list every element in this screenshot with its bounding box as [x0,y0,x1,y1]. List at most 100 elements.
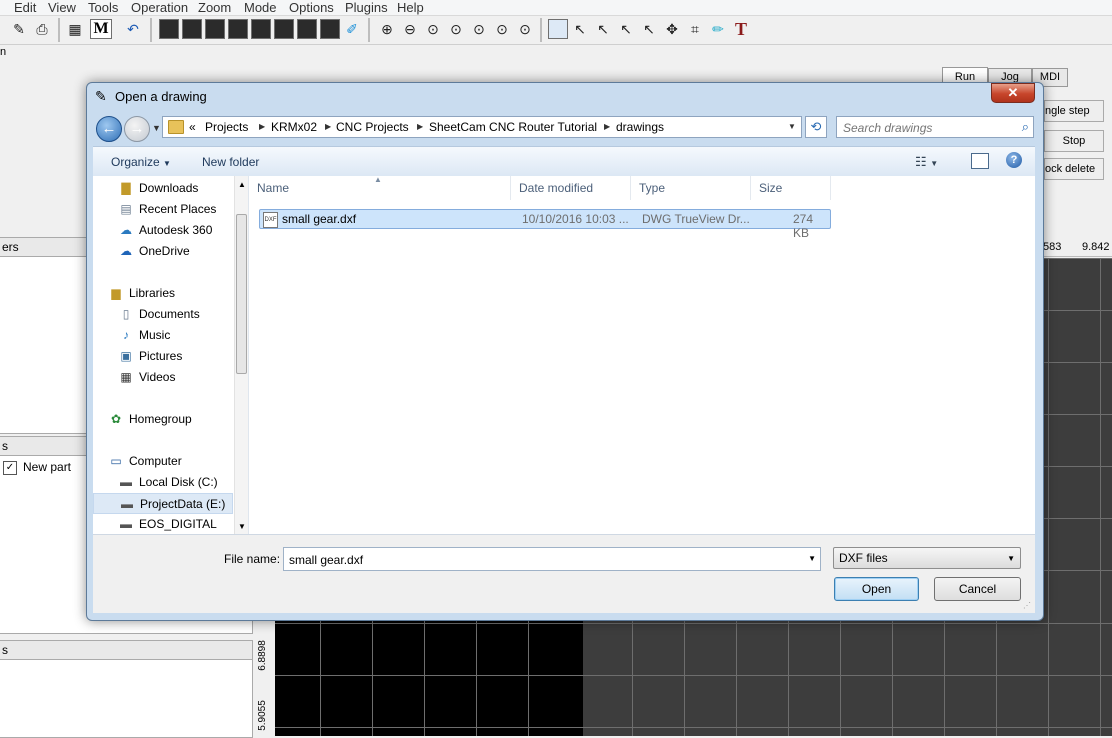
chevron-down-icon[interactable]: ▼ [808,554,816,563]
print-icon[interactable]: ⎙ [33,20,51,38]
text-tool-icon[interactable]: T [732,20,750,38]
file-type-select[interactable]: DXF files ▼ [833,547,1021,569]
menu-plugins[interactable]: Plugins [345,0,388,15]
nav-item-projectdata[interactable]: ▬ ProjectData (E:) [93,493,233,514]
pencil-icon[interactable]: ✏ [709,20,727,38]
zoom-7-icon[interactable]: ⊙ [516,20,534,38]
menu-operation[interactable]: Operation [131,0,188,15]
tool-3-icon[interactable] [205,19,225,39]
move-icon[interactable]: ✥ [663,20,681,38]
menu-help[interactable]: Help [397,0,424,15]
column-header-date[interactable]: Date modified [511,176,631,200]
nav-item-documents[interactable]: ▯ Documents [93,304,233,325]
breadcrumb-arrow[interactable]: ▶ [604,122,610,131]
menu-zoom[interactable]: Zoom [198,0,231,15]
zoom-5-icon[interactable]: ⊙ [470,20,488,38]
select-tool-3-icon[interactable]: ↖ [594,20,612,38]
breadcrumb-prefix[interactable]: « [189,120,196,134]
column-header-size[interactable]: Size [751,176,831,200]
resize-grip-icon[interactable]: ⋰ [1023,601,1031,610]
column-header-type[interactable]: Type [631,176,751,200]
address-bar[interactable]: « Projects ▶ KRMx02 ▶ CNC Projects ▶ She… [162,116,802,138]
tool-6-icon[interactable] [274,19,294,39]
menu-view[interactable]: View [48,0,76,15]
breadcrumb-projects[interactable]: Projects [205,120,248,134]
nav-item-music[interactable]: ♪ Music [93,325,233,346]
tool-7-icon[interactable] [297,19,317,39]
forward-button[interactable]: → [124,116,150,142]
nav-item-recent-places[interactable]: ▤ Recent Places [93,199,233,220]
address-dropdown-icon[interactable]: ▼ [788,122,796,131]
tool-8-icon[interactable] [320,19,340,39]
block-delete-button[interactable]: ock delete [1044,158,1104,180]
breadcrumb-arrow[interactable]: ▶ [259,122,265,131]
scroll-up-icon[interactable]: ▲ [238,180,246,189]
preview-pane-button[interactable] [971,153,989,169]
search-box[interactable]: ⌕ [836,116,1034,138]
breadcrumb-cnc-projects[interactable]: CNC Projects [336,120,409,134]
tool-4-icon[interactable] [228,19,248,39]
undo-icon[interactable]: ↶ [124,20,142,38]
back-button[interactable]: ← [96,116,122,142]
menu-tools[interactable]: Tools [88,0,118,15]
single-step-button[interactable]: ngle step [1044,100,1104,122]
refresh-button[interactable]: ⟲ [805,116,827,138]
crop-icon[interactable]: ⌗ [686,20,704,38]
organize-button[interactable]: Organize ▼ [111,155,171,169]
select-tool-5-icon[interactable]: ↖ [640,20,658,38]
nav-item-videos[interactable]: ▦ Videos [93,367,233,388]
new-folder-button[interactable]: New folder [202,155,259,169]
zoom-6-icon[interactable]: ⊙ [493,20,511,38]
file-name-combobox[interactable]: ▼ [283,547,821,571]
help-button[interactable]: ? [1006,152,1022,168]
column-header-name[interactable]: Name ▲ [249,175,511,200]
nav-item-homegroup[interactable]: ✿ Homegroup [93,409,233,430]
menu-mode[interactable]: Mode [244,0,277,15]
edit-icon[interactable]: ✎ [10,20,28,38]
tool-5-icon[interactable] [251,19,271,39]
zoom-4-icon[interactable]: ⊙ [447,20,465,38]
close-button[interactable]: ✕ [991,83,1035,103]
scroll-down-icon[interactable]: ▼ [238,522,246,531]
nav-scroll-thumb[interactable] [236,214,247,374]
zoom-2-icon[interactable]: ⊖ [401,20,419,38]
nav-item-computer[interactable]: ▭ Computer [93,451,233,472]
nav-item-libraries[interactable]: ▆ Libraries [93,283,233,304]
breadcrumb-drawings[interactable]: drawings [616,120,664,134]
breadcrumb-sheetcam-tutorial[interactable]: SheetCam CNC Router Tutorial [429,120,597,134]
menu-options[interactable]: Options [289,0,334,15]
select-pointer-icon[interactable] [548,19,568,39]
select-tool-4-icon[interactable]: ↖ [617,20,635,38]
breadcrumb-krmx02[interactable]: KRMx02 [271,120,317,134]
search-icon[interactable]: ⌕ [1022,119,1029,135]
stop-button[interactable]: Stop [1044,130,1104,152]
nav-item-eos-digital[interactable]: ▬ EOS_DIGITAL (F:) [93,514,233,534]
search-input[interactable] [841,118,1015,138]
tool-2-icon[interactable] [182,19,202,39]
recent-locations-dropdown[interactable]: ▼ [152,123,161,133]
calculator-icon[interactable]: ▦ [66,20,84,38]
nav-item-local-disk[interactable]: ▬ Local Disk (C:) [93,472,233,493]
zoom-3-icon[interactable]: ⊙ [424,20,442,38]
open-button[interactable]: Open [834,577,919,601]
menu-edit[interactable]: Edit [14,0,36,15]
zoom-1-icon[interactable]: ⊕ [378,20,396,38]
select-tool-2-icon[interactable]: ↖ [571,20,589,38]
table-row[interactable]: DXF small gear.dxf 10/10/2016 10:03 ... … [259,209,831,240]
breadcrumb-arrow[interactable]: ▶ [325,122,331,131]
file-name-input[interactable] [287,549,791,571]
nav-item-pictures[interactable]: ▣ Pictures [93,346,233,367]
part-checkbox[interactable]: ✓ [3,461,17,475]
nav-item-downloads[interactable]: ▇ Downloads [93,178,233,199]
nav-item-onedrive[interactable]: ☁ OneDrive [93,241,233,262]
pen-icon[interactable]: ✐ [343,20,361,38]
cancel-button[interactable]: Cancel [934,577,1021,601]
homegroup-icon: ✿ [110,412,122,426]
view-options-button[interactable]: ☷ ▼ [915,154,938,170]
macro-icon[interactable]: M [90,19,112,39]
part-item-label[interactable]: New part [23,460,71,474]
nav-scrollbar[interactable]: ▲ ▼ [234,176,248,534]
nav-item-autodesk-360[interactable]: ☁ Autodesk 360 [93,220,233,241]
tool-1-icon[interactable] [159,19,179,39]
breadcrumb-arrow[interactable]: ▶ [417,122,423,131]
